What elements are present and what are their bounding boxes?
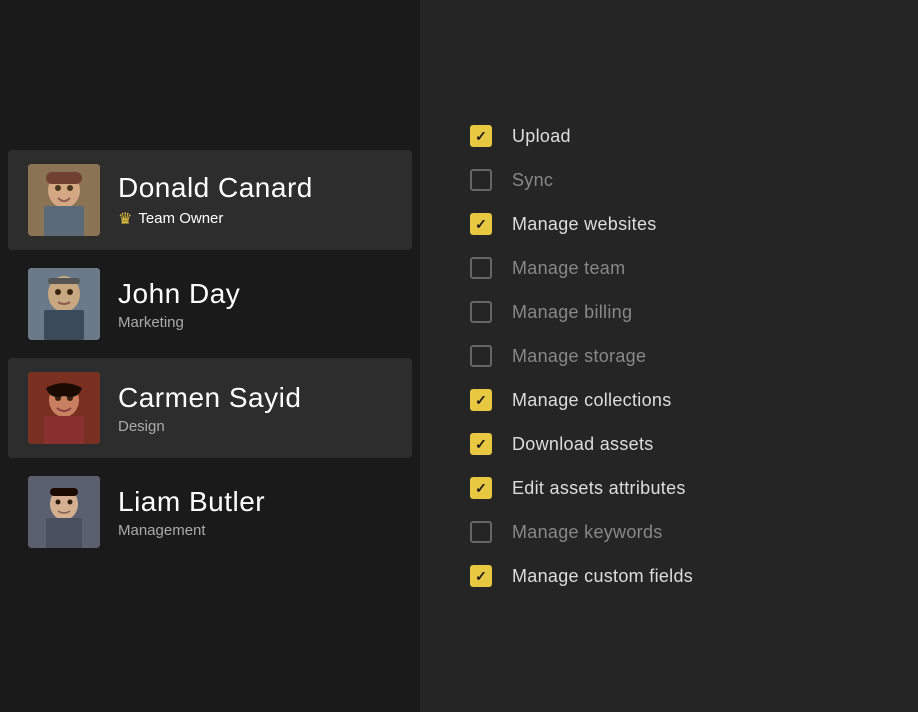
member-name-carmen: Carmen Sayid <box>118 381 301 415</box>
permission-row-manage-collections: Manage collections <box>470 378 868 422</box>
member-info-john: John Day Marketing <box>118 277 240 332</box>
owner-label: Team Owner <box>138 210 223 227</box>
team-member-liam[interactable]: Liam Butler Management <box>8 462 412 562</box>
permissions-panel: Upload Sync Manage websites Manage team Mana… <box>420 0 918 712</box>
permission-row-manage-keywords: Manage keywords <box>470 510 868 554</box>
avatar-john <box>28 268 100 340</box>
owner-badge: ♛ Team Owner <box>118 209 313 229</box>
permission-row-manage-billing: Manage billing <box>470 290 868 334</box>
permission-row-sync: Sync <box>470 158 868 202</box>
permission-row-manage-websites: Manage websites <box>470 202 868 246</box>
checkbox-manage-billing[interactable] <box>470 301 492 323</box>
checkbox-edit-assets-attributes[interactable] <box>470 477 492 499</box>
permission-label-edit-assets-attributes: Edit assets attributes <box>512 478 686 499</box>
permission-label-manage-keywords: Manage keywords <box>512 522 663 543</box>
team-member-carmen[interactable]: Carmen Sayid Design <box>8 358 412 458</box>
team-member-donald[interactable]: Donald Canard ♛ Team Owner <box>8 150 412 250</box>
member-role-john: Marketing <box>118 314 240 331</box>
member-info-liam: Liam Butler Management <box>118 485 265 540</box>
checkbox-manage-team[interactable] <box>470 257 492 279</box>
avatar-donald <box>28 164 100 236</box>
avatar-liam <box>28 476 100 548</box>
permission-row-download-assets: Download assets <box>470 422 868 466</box>
member-info-carmen: Carmen Sayid Design <box>118 381 301 436</box>
member-name-donald: Donald Canard <box>118 171 313 205</box>
permission-label-download-assets: Download assets <box>512 434 654 455</box>
checkbox-manage-websites[interactable] <box>470 213 492 235</box>
checkbox-download-assets[interactable] <box>470 433 492 455</box>
permission-label-upload: Upload <box>512 126 571 147</box>
permission-label-manage-collections: Manage collections <box>512 390 672 411</box>
permission-row-manage-storage: Manage storage <box>470 334 868 378</box>
team-member-list: Donald Canard ♛ Team Owner John Day Marketi… <box>0 0 420 712</box>
member-info-donald: Donald Canard ♛ Team Owner <box>118 171 313 229</box>
member-role-liam: Management <box>118 522 265 539</box>
team-member-john[interactable]: John Day Marketing <box>8 254 412 354</box>
checkbox-upload[interactable] <box>470 125 492 147</box>
crown-icon: ♛ <box>118 209 132 229</box>
permission-row-upload: Upload <box>470 114 868 158</box>
permission-label-manage-websites: Manage websites <box>512 214 657 235</box>
member-name-liam: Liam Butler <box>118 485 265 519</box>
permission-label-manage-storage: Manage storage <box>512 346 646 367</box>
member-name-john: John Day <box>118 277 240 311</box>
member-role-carmen: Design <box>118 418 301 435</box>
checkbox-manage-keywords[interactable] <box>470 521 492 543</box>
permission-row-edit-assets-attributes: Edit assets attributes <box>470 466 868 510</box>
permission-row-manage-custom-fields: Manage custom fields <box>470 554 868 598</box>
permission-label-manage-billing: Manage billing <box>512 302 632 323</box>
checkbox-manage-custom-fields[interactable] <box>470 565 492 587</box>
checkbox-sync[interactable] <box>470 169 492 191</box>
permission-label-sync: Sync <box>512 170 553 191</box>
checkbox-manage-storage[interactable] <box>470 345 492 367</box>
permission-label-manage-team: Manage team <box>512 258 625 279</box>
checkbox-manage-collections[interactable] <box>470 389 492 411</box>
permission-row-manage-team: Manage team <box>470 246 868 290</box>
permission-label-manage-custom-fields: Manage custom fields <box>512 566 693 587</box>
avatar-carmen <box>28 372 100 444</box>
